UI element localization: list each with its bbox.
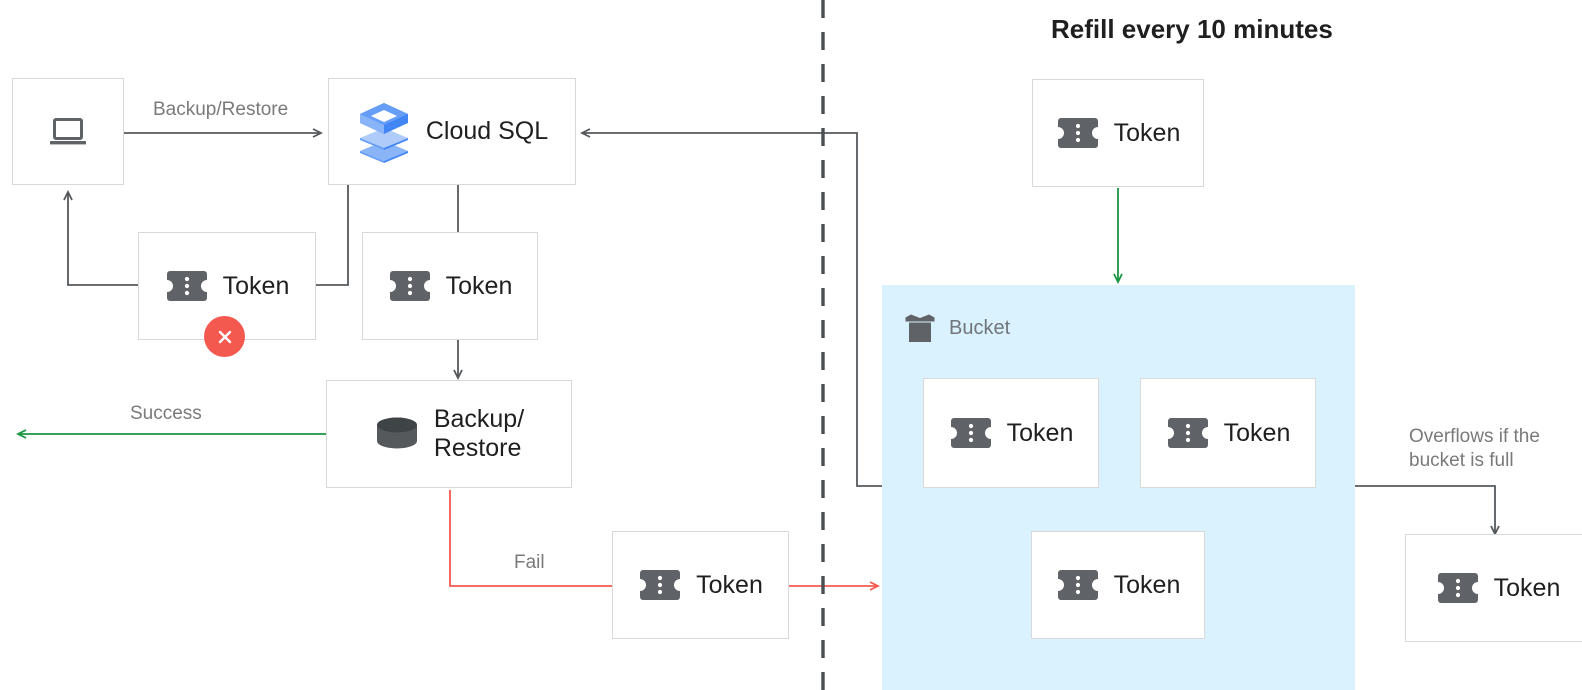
node-bucket-token-1-label: Token (1006, 418, 1074, 447)
token-icon (1056, 116, 1100, 150)
node-client[interactable] (12, 78, 124, 185)
node-token-failed-label: Token (222, 271, 290, 300)
token-icon (1436, 571, 1480, 605)
node-bucket-token-3-label: Token (1113, 570, 1181, 599)
edge-failedtoken-to-client (68, 192, 138, 286)
edge-label-overflow: Overflows if the bucket is full (1409, 426, 1540, 472)
node-backup-restore[interactable]: Backup/ Restore (326, 380, 572, 488)
error-x-badge (204, 316, 245, 357)
database-icon (374, 415, 420, 453)
bucket-label: Bucket (949, 316, 1011, 339)
token-icon (638, 568, 682, 602)
bucket-icon (903, 312, 937, 344)
edge-cloudsql-to-failedtoken (316, 185, 349, 286)
edge-label-fail: Fail (514, 552, 545, 573)
node-token-refill[interactable]: Token (1032, 79, 1204, 187)
node-token-overflow[interactable]: Token (1405, 534, 1582, 642)
token-icon (1056, 568, 1100, 602)
node-token-overflow-label: Token (1493, 573, 1561, 602)
cloud-sql-icon (356, 101, 412, 163)
node-cloud-sql-label: Cloud SQL (425, 116, 549, 145)
node-token-refill-label: Token (1113, 118, 1181, 147)
node-backup-restore-label: Backup/ Restore (433, 404, 525, 463)
edge-bucket-overflow (1355, 485, 1495, 534)
token-icon (1166, 416, 1210, 450)
close-icon (218, 330, 231, 343)
token-icon (949, 416, 993, 450)
node-bucket-token-2-label: Token (1223, 418, 1291, 447)
node-token-fail-return-label: Token (696, 570, 763, 599)
edge-label-backup-restore: Backup/Restore (153, 99, 289, 120)
diagram-canvas: Bucket Refill every 10 minutes Cloud SQL… (0, 0, 1582, 690)
node-bucket-token-3[interactable]: Token (1031, 531, 1205, 639)
node-token-fail-return[interactable]: Token (612, 531, 789, 639)
page-title: Refill every 10 minutes (1051, 14, 1333, 44)
node-token-consume-label: Token (445, 271, 513, 300)
edge-bucket-to-cloudsql (582, 133, 882, 487)
node-bucket-token-2[interactable]: Token (1140, 378, 1316, 488)
node-bucket-token-1[interactable]: Token (923, 378, 1099, 488)
edge-label-success: Success (130, 403, 202, 424)
token-icon (388, 269, 432, 303)
laptop-icon (48, 115, 88, 149)
bucket-header: Bucket (903, 312, 1010, 344)
token-icon (165, 269, 209, 303)
node-token-consume[interactable]: Token (362, 232, 538, 340)
node-cloud-sql[interactable]: Cloud SQL (328, 78, 576, 185)
